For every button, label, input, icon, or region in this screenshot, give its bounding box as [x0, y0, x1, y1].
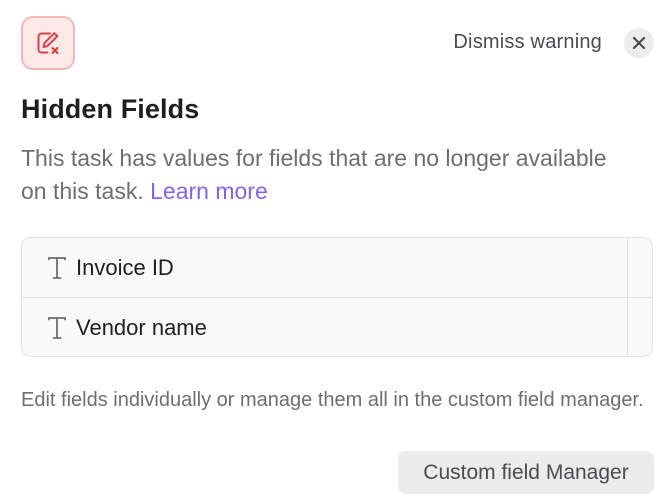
edit-field-error-icon: [21, 16, 75, 70]
hidden-field-list: Invoice ID Vendor name: [21, 237, 653, 357]
hidden-field-row[interactable]: Invoice ID: [22, 238, 652, 297]
hidden-field-row[interactable]: Vendor name: [22, 297, 652, 356]
field-name: Vendor name: [76, 314, 207, 340]
close-icon: [632, 36, 646, 50]
text-type-icon: [46, 315, 68, 341]
footer-help-text: Edit fields individually or manage them …: [21, 389, 644, 411]
column-divider: [627, 298, 628, 356]
hidden-fields-panel: Dismiss warning Hidden Fields This task …: [0, 0, 664, 504]
field-name: Invoice ID: [76, 254, 174, 280]
close-button[interactable]: [624, 28, 654, 58]
description-text: This task has values for fields that are…: [21, 145, 607, 204]
learn-more-link[interactable]: Learn more: [150, 178, 268, 204]
panel-description: This task has values for fields that are…: [21, 142, 621, 208]
text-type-icon: [46, 255, 68, 281]
column-divider: [627, 238, 628, 297]
custom-field-manager-button[interactable]: Custom field Manager: [398, 451, 654, 494]
dismiss-warning-link[interactable]: Dismiss warning: [453, 31, 602, 54]
panel-title: Hidden Fields: [21, 94, 200, 124]
